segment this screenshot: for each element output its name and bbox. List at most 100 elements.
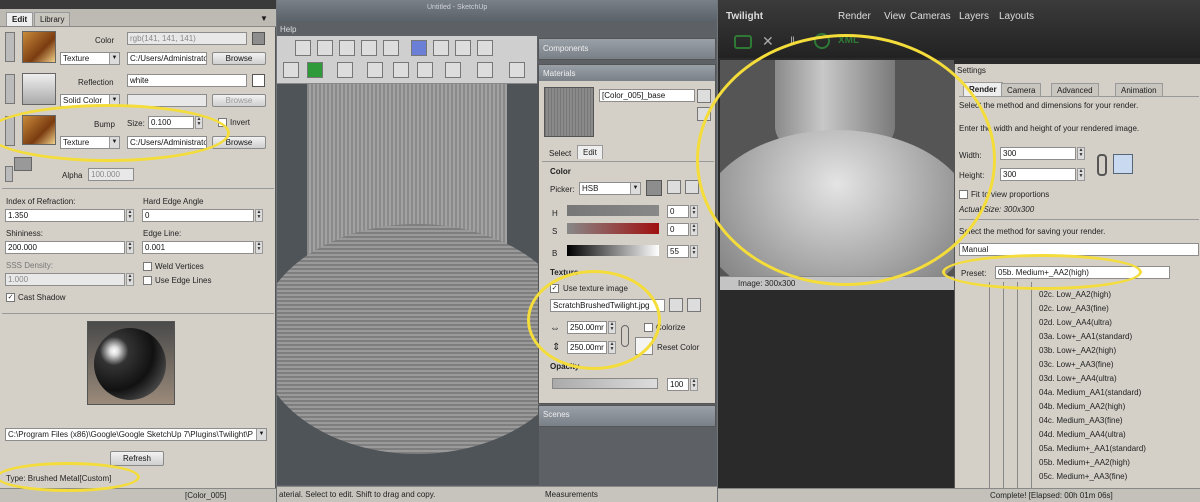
reflection-type-select[interactable]: Solid Color ▼ <box>60 94 120 107</box>
xml-icon[interactable]: XML <box>838 35 859 46</box>
preset-select[interactable]: 05b. Medium+_AA2(high) <box>995 266 1170 279</box>
link-dimensions-icon[interactable] <box>1097 154 1107 176</box>
ior-field[interactable]: 1.350 <box>5 209 125 222</box>
sample-paint-icon[interactable] <box>697 107 711 121</box>
preset-list-item[interactable]: 03a. Low+_AA1(standard) <box>1039 332 1132 341</box>
right-view-icon[interactable] <box>477 40 493 56</box>
house-outline-icon[interactable] <box>361 40 377 56</box>
plugin-path-select[interactable]: C:\Program Files (x86)\Google\Google Ske… <box>5 428 267 441</box>
preset-list-item[interactable]: 03c. Low+_AA3(fine) <box>1039 360 1114 369</box>
match-color-icon[interactable] <box>685 180 699 194</box>
reflection-value-field[interactable]: white <box>127 74 247 87</box>
weld-vertices-checkbox[interactable] <box>143 262 152 271</box>
preset-list-item[interactable]: 03d. Low+_AA4(ultra) <box>1039 374 1117 383</box>
menu-help[interactable]: Help <box>280 25 296 34</box>
colorize-checkbox[interactable] <box>644 323 653 332</box>
top-view-icon[interactable] <box>433 40 449 56</box>
tab-camera[interactable]: Camera <box>1001 83 1042 97</box>
color-path-field[interactable]: C:/Users/Administrato <box>127 52 207 65</box>
h-stepper[interactable]: ▲ ▼ <box>690 205 698 218</box>
follow-me-icon[interactable] <box>509 62 525 78</box>
fit-to-view-checkbox[interactable] <box>959 190 968 199</box>
hard-edge-field[interactable]: 0 <box>142 209 254 222</box>
tab-library[interactable]: Library <box>34 12 71 26</box>
reset-color-swatch[interactable] <box>635 337 653 355</box>
browse-texture-icon[interactable] <box>669 298 683 312</box>
use-texture-checkbox[interactable]: ✓ <box>550 284 559 293</box>
tab-edit[interactable]: Edit <box>6 12 34 26</box>
texture-height-stepper[interactable]: ▲ ▼ <box>608 341 616 354</box>
bump-texture-thumbnail[interactable] <box>22 115 56 145</box>
preset-list-item[interactable]: 02c. Low_AA3(fine) <box>1039 304 1109 313</box>
iso-view-icon[interactable] <box>411 40 427 56</box>
close-icon[interactable]: ✕ <box>762 33 774 50</box>
render-icon[interactable] <box>734 35 752 49</box>
s-stepper[interactable]: ▲ ▼ <box>690 223 698 236</box>
h-field[interactable]: 0 <box>667 205 689 218</box>
lock-aspect-icon[interactable] <box>621 325 629 347</box>
color-texture-thumbnail[interactable] <box>22 31 56 63</box>
refresh-button[interactable]: Refresh <box>110 451 164 466</box>
material-swatch[interactable] <box>544 87 594 137</box>
settings-icon[interactable] <box>283 62 299 78</box>
reflection-thumbnail[interactable] <box>22 73 56 105</box>
texture-height-field[interactable]: 250.00mr <box>567 341 607 354</box>
width-field[interactable]: 300 <box>1000 147 1076 160</box>
color-swatch[interactable] <box>252 32 265 45</box>
house-icon[interactable] <box>339 40 355 56</box>
texture-width-stepper[interactable]: ▲ ▼ <box>608 321 616 334</box>
offset-icon[interactable] <box>477 62 493 78</box>
roof-icon[interactable] <box>383 40 399 56</box>
zoom-icon[interactable] <box>1113 154 1133 174</box>
color-type-select[interactable]: Texture ▼ <box>60 52 120 65</box>
camera-icon[interactable] <box>295 40 311 56</box>
preset-list-item[interactable]: 04c. Medium_AA3(fine) <box>1039 416 1123 425</box>
invert-checkbox[interactable] <box>218 118 227 127</box>
menu-layers[interactable]: Layers <box>959 11 989 22</box>
h-slider[interactable] <box>567 205 659 216</box>
preset-list-item[interactable]: 04a. Medium_AA1(standard) <box>1039 388 1141 397</box>
scale-icon[interactable] <box>445 62 461 78</box>
height-field[interactable]: 300 <box>1000 168 1076 181</box>
menu-cameras[interactable]: Cameras <box>910 11 951 22</box>
bump-size-stepper[interactable]: ▲ ▼ <box>195 116 203 129</box>
color-value-field[interactable]: rgb(141, 141, 141) <box>127 32 247 45</box>
menu-arrow-icon[interactable]: ▼ <box>260 14 268 23</box>
rotate-icon[interactable] <box>417 62 433 78</box>
eyedropper-icon[interactable] <box>667 180 681 194</box>
alpha-field[interactable]: 100.000 <box>88 168 134 181</box>
height-stepper[interactable]: ▲ ▼ <box>1077 168 1085 181</box>
hard-edge-stepper[interactable]: ▲ ▼ <box>255 209 263 222</box>
components-panel-header[interactable]: Components <box>538 38 716 60</box>
preset-list-item[interactable]: 04d. Medium_AA4(ultra) <box>1039 430 1126 439</box>
bump-path-field[interactable]: C:/Users/Administrato <box>127 136 207 149</box>
push-pull-icon[interactable] <box>367 62 383 78</box>
tab-advanced[interactable]: Advanced <box>1051 83 1099 97</box>
reflection-swatch[interactable] <box>252 74 265 87</box>
save-method-select[interactable]: Manual <box>959 243 1199 256</box>
texture-width-field[interactable]: 250.00mr <box>567 321 607 334</box>
render-icon[interactable] <box>307 62 323 78</box>
color-preview-swatch[interactable] <box>646 180 662 196</box>
chain-toggle-icon[interactable] <box>5 32 15 62</box>
material-name-field[interactable]: [Color_005]_base <box>599 89 695 102</box>
reflection-browse-button[interactable]: Browse <box>212 94 266 107</box>
shininess-stepper[interactable]: ▲ ▼ <box>126 241 134 254</box>
preset-list-item[interactable]: 05b. Medium+_AA2(high) <box>1039 458 1130 467</box>
preset-list-item[interactable]: 05a. Medium+_AA1(standard) <box>1039 444 1146 453</box>
bump-browse-button[interactable]: Browse <box>212 136 266 149</box>
preset-list-item[interactable]: 02c. Low_AA2(high) <box>1039 290 1111 299</box>
cast-shadow-checkbox[interactable]: ✓ <box>6 293 15 302</box>
reflection-path-field[interactable] <box>127 94 207 107</box>
width-stepper[interactable]: ▲ ▼ <box>1077 147 1085 160</box>
s-field[interactable]: 0 <box>667 223 689 236</box>
3d-viewport[interactable] <box>277 84 539 485</box>
preset-list-item[interactable]: 04b. Medium_AA2(high) <box>1039 402 1125 411</box>
sss-field[interactable]: 1.000 <box>5 273 125 286</box>
front-view-icon[interactable] <box>455 40 471 56</box>
menu-layouts[interactable]: Layouts <box>999 11 1034 22</box>
menu-view[interactable]: View <box>884 11 906 22</box>
preset-list-item[interactable]: 05c. Medium+_AA3(fine) <box>1039 472 1127 481</box>
create-material-icon[interactable] <box>697 89 711 103</box>
bump-type-select[interactable]: Texture ▼ <box>60 136 120 149</box>
